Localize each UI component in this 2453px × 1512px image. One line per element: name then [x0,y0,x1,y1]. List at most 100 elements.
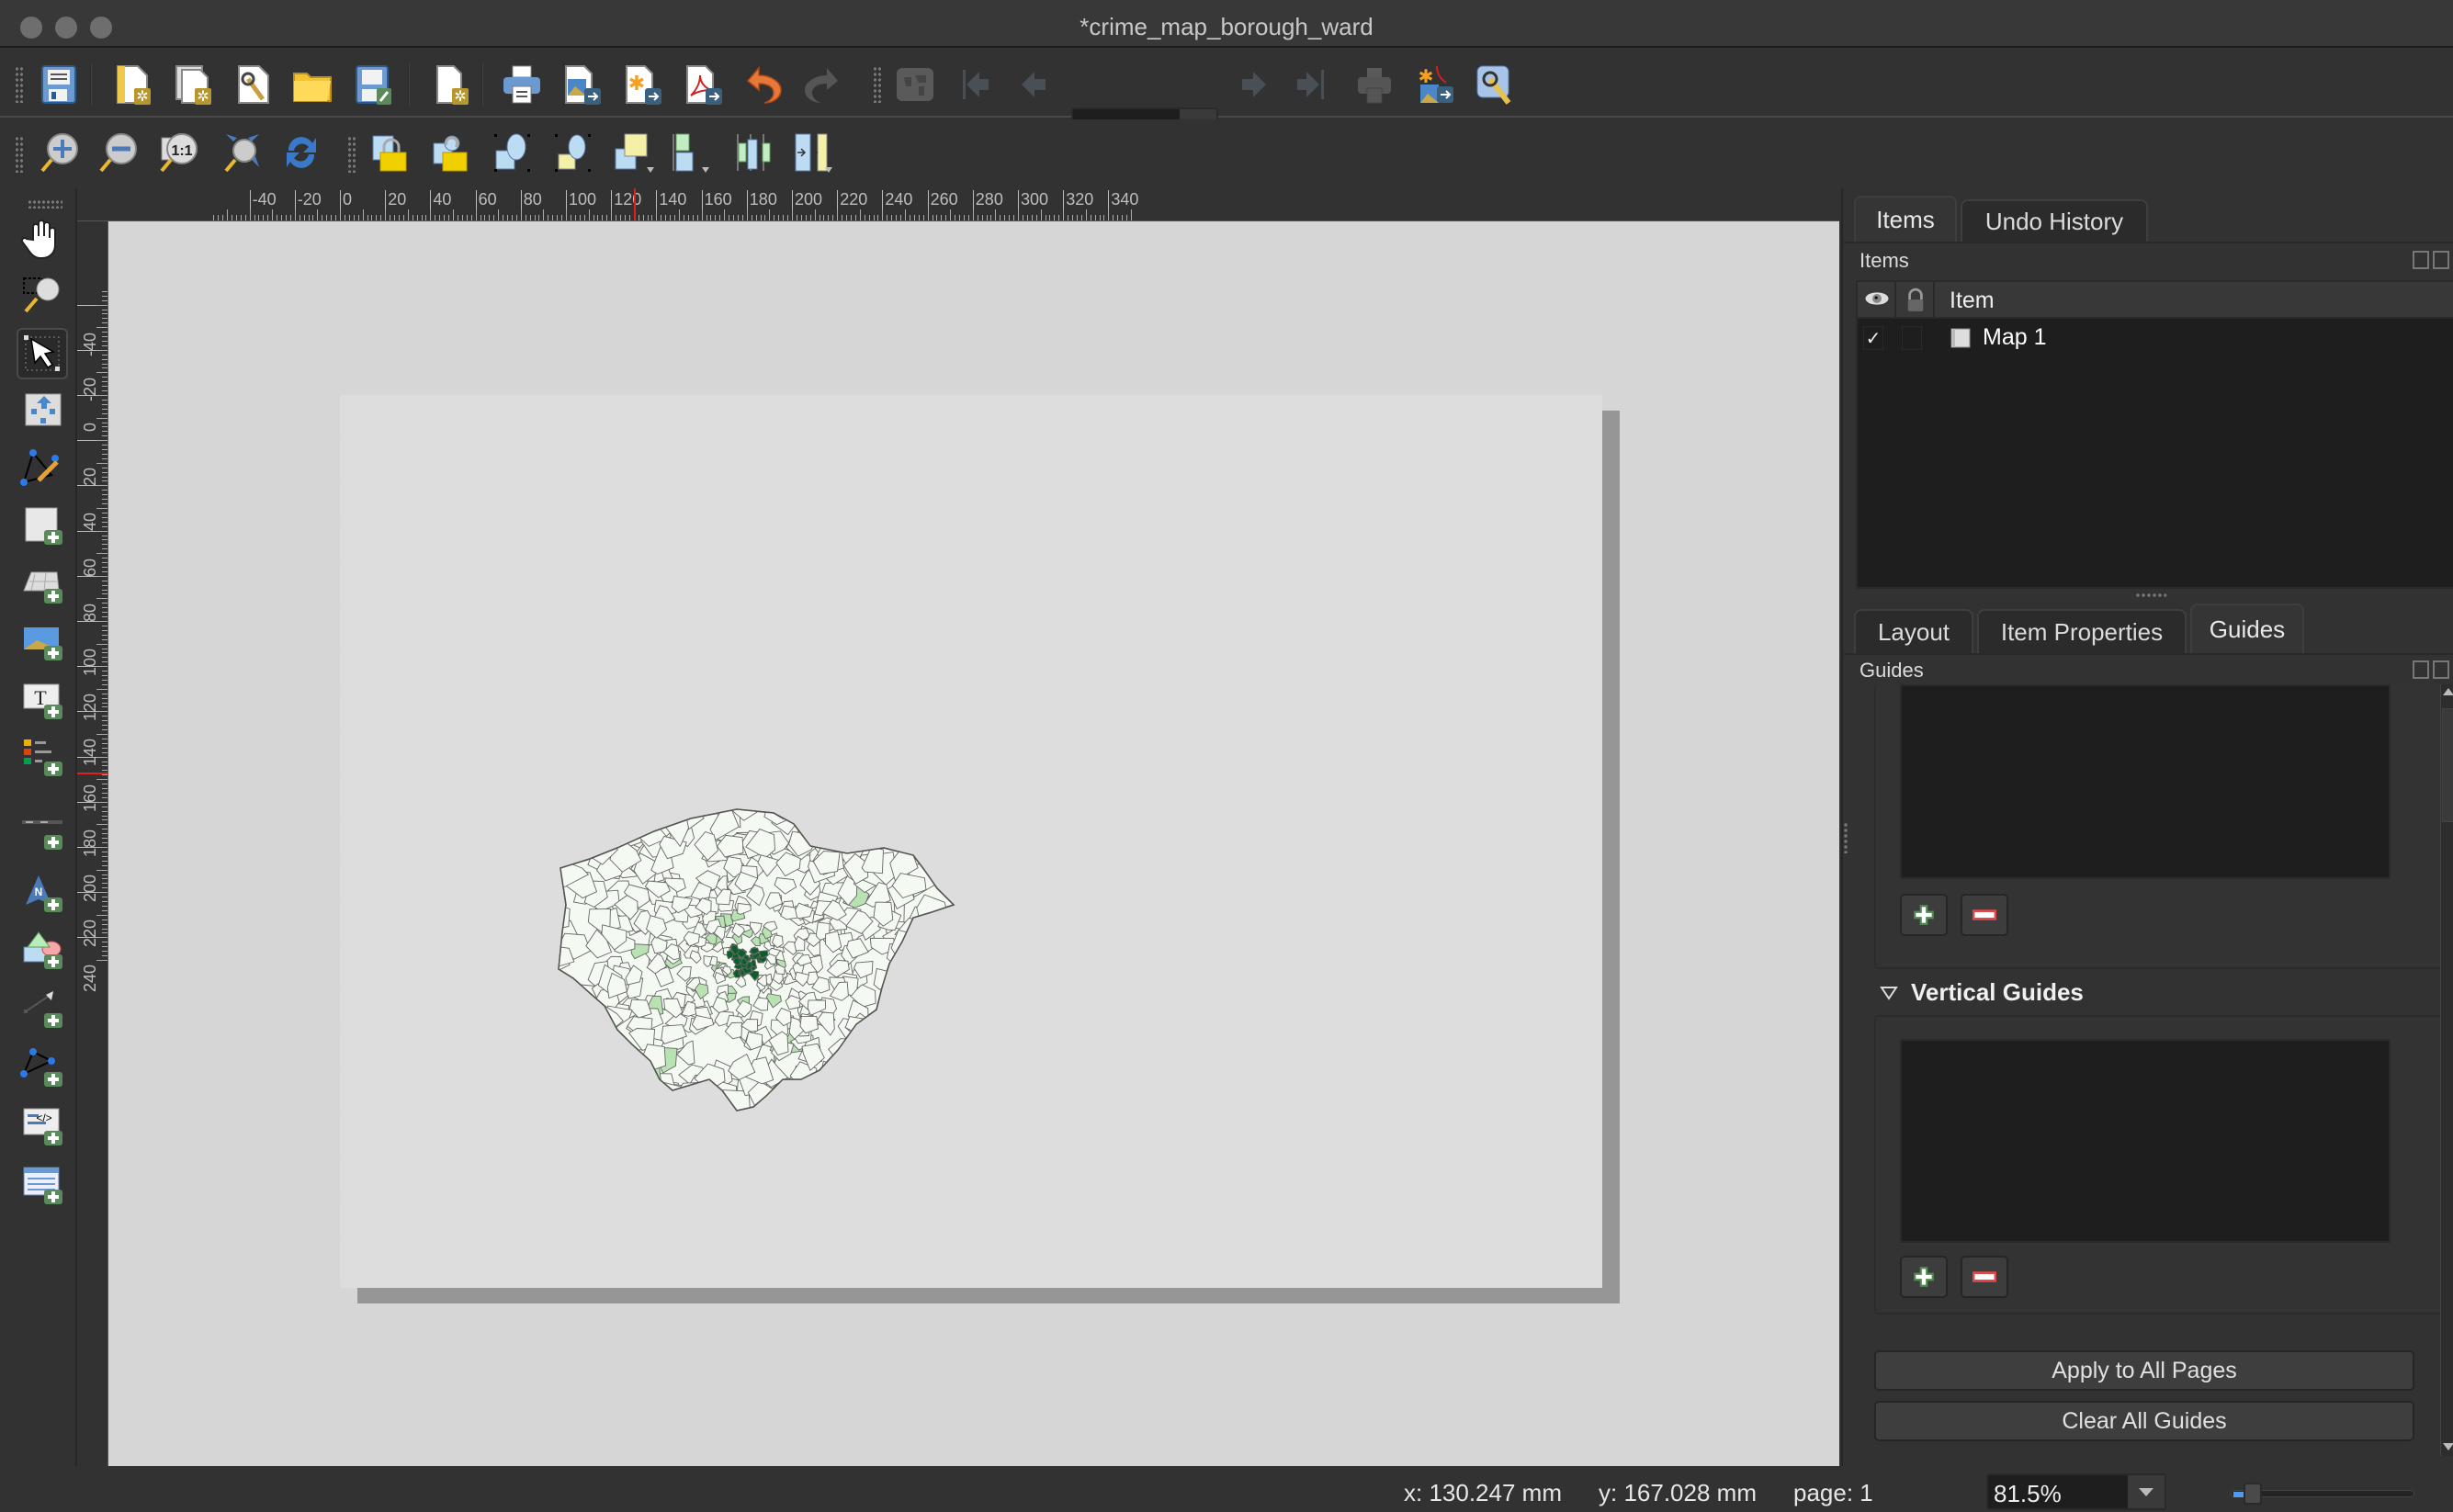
redo-icon[interactable] [799,62,843,107]
add-vertical-guide-button[interactable] [1900,1256,1948,1298]
last-feature-icon[interactable] [1288,62,1332,107]
item-column-header[interactable]: Item [1950,288,1995,314]
add-legend-icon[interactable] [20,736,64,780]
lock-column[interactable] [1896,282,1935,319]
scrollbar-thumb[interactable] [2442,708,2453,822]
new-layout-icon[interactable]: ✲ [110,62,154,107]
toolbar-handle[interactable] [873,66,882,103]
first-feature-icon[interactable] [955,62,1000,107]
visibility-column[interactable] [1858,282,1896,319]
save-as-template-icon[interactable] [351,62,395,107]
layout-canvas[interactable] [108,221,1839,1466]
tab-items[interactable]: Items [1854,196,1957,242]
export-svg-icon[interactable]: ✱ [621,62,665,107]
remove-horizontal-guide-button[interactable] [1961,894,2008,936]
lock-checkbox[interactable] [1902,326,1922,350]
close-panel-icon[interactable] [2433,251,2449,269]
zoom-actual-icon[interactable]: 1:1 [156,130,200,175]
atlas-settings-icon[interactable] [1474,62,1518,107]
add-north-arrow-icon[interactable]: N [20,872,64,916]
tab-undo-history[interactable]: Undo History [1961,199,2148,242]
open-folder-icon[interactable] [290,62,334,107]
dock-resize-handle[interactable] [1843,822,1848,853]
tab-item-properties[interactable]: Item Properties [1977,609,2187,653]
collapse-triangle-icon[interactable] [1880,986,1898,1000]
zoom-slider[interactable] [2231,1483,2414,1505]
group-items-icon[interactable] [491,130,535,175]
ward-polygon [835,1076,867,1111]
distribute-items-icon[interactable] [731,130,775,175]
add-node-item-icon[interactable] [20,1046,64,1090]
add-attribute-table-icon[interactable] [20,1164,64,1208]
horizontal-ruler[interactable]: -40 -20 0 20 40 60 80 100 120 140 160 180 200 220 240 2… [77,188,1839,221]
raise-items-icon[interactable] [612,130,656,175]
toolbar-handle[interactable] [15,66,24,103]
splitter-handle[interactable] [2135,592,2166,598]
layout-page[interactable] [340,395,1602,1288]
previous-feature-icon[interactable] [1014,62,1058,107]
add-horizontal-guide-button[interactable] [1900,894,1948,936]
export-image-icon[interactable] [560,62,605,107]
zoom-slider-handle[interactable] [2243,1483,2262,1505]
float-panel-icon[interactable] [2413,660,2429,679]
scroll-down-icon[interactable] [2443,1443,2453,1450]
next-feature-icon[interactable] [1229,62,1273,107]
toolbar-handle[interactable] [15,136,24,173]
scroll-up-icon[interactable] [2443,688,2453,695]
clear-all-guides-button[interactable]: Clear All Guides [1874,1401,2414,1441]
select-move-icon[interactable] [17,328,68,379]
apply-to-all-pages-button[interactable]: Apply to All Pages [1874,1350,2414,1391]
pan-hand-icon[interactable] [20,216,64,260]
move-content-icon[interactable] [20,389,64,433]
vertical-ruler[interactable]: -40 -20 0 20 40 60 80 100 120 140 160 180 200 220 240 [77,221,108,1466]
zoom-full-icon[interactable] [220,130,265,175]
items-tree[interactable]: Item ✓ Map 1 [1856,280,2453,589]
ruler-minor-tick [96,508,107,509]
print-icon[interactable] [500,62,544,107]
close-panel-icon[interactable] [2433,660,2449,679]
export-atlas-icon[interactable]: ✱ [1415,62,1459,107]
add-arrow-icon[interactable] [20,987,64,1032]
horizontal-guides-list[interactable] [1900,684,2391,879]
save-icon[interactable] [37,62,81,107]
vertical-guides-list[interactable] [1900,1039,2391,1243]
vertical-guides-heading[interactable]: Vertical Guides [1911,978,2084,1007]
edit-nodes-icon[interactable] [20,446,64,490]
chevron-down-icon[interactable] [2128,1475,2165,1508]
add-3d-map-icon[interactable] [20,563,64,607]
zoom-combobox[interactable]: 81.5% [1986,1473,2166,1510]
toolbar-handle[interactable] [347,136,356,173]
map-item[interactable] [553,804,967,1125]
toolbox-handle[interactable] [28,199,62,209]
lock-items-icon[interactable] [369,130,413,175]
print-atlas-icon[interactable] [1352,62,1396,107]
resize-items-icon[interactable] [792,130,836,175]
ruler-minor-tick [102,675,107,677]
add-html-icon[interactable]: </> [20,1105,64,1149]
tab-guides[interactable]: Guides [2190,604,2304,653]
layout-manager-icon[interactable] [232,62,276,107]
align-items-icon[interactable] [671,130,715,175]
refresh-icon[interactable] [279,130,323,175]
add-label-icon[interactable]: T [20,679,64,723]
zoom-out-icon[interactable] [96,130,140,175]
add-scalebar-icon[interactable] [20,813,64,857]
items-tree-row[interactable]: ✓ Map 1 [1858,321,2453,357]
visible-checkbox[interactable]: ✓ [1863,326,1883,350]
add-shape-icon[interactable] [20,929,64,973]
undo-icon[interactable] [742,62,786,107]
tab-layout[interactable]: Layout [1854,609,1973,653]
remove-vertical-guide-button[interactable] [1961,1256,2008,1298]
new-page-icon[interactable]: ✲ [428,62,472,107]
unlock-items-icon[interactable] [430,130,474,175]
add-picture-icon[interactable] [20,620,64,664]
guides-scrollbar[interactable] [2440,684,2453,1456]
ungroup-items-icon[interactable] [551,130,595,175]
duplicate-layout-icon[interactable]: ✲ [171,62,215,107]
zoom-in-icon[interactable] [37,130,81,175]
atlas-preview-icon[interactable] [893,62,937,107]
zoom-tool-icon[interactable] [20,273,64,317]
add-map-icon[interactable] [20,504,64,548]
export-pdf-icon[interactable] [682,62,726,107]
float-panel-icon[interactable] [2413,251,2429,269]
